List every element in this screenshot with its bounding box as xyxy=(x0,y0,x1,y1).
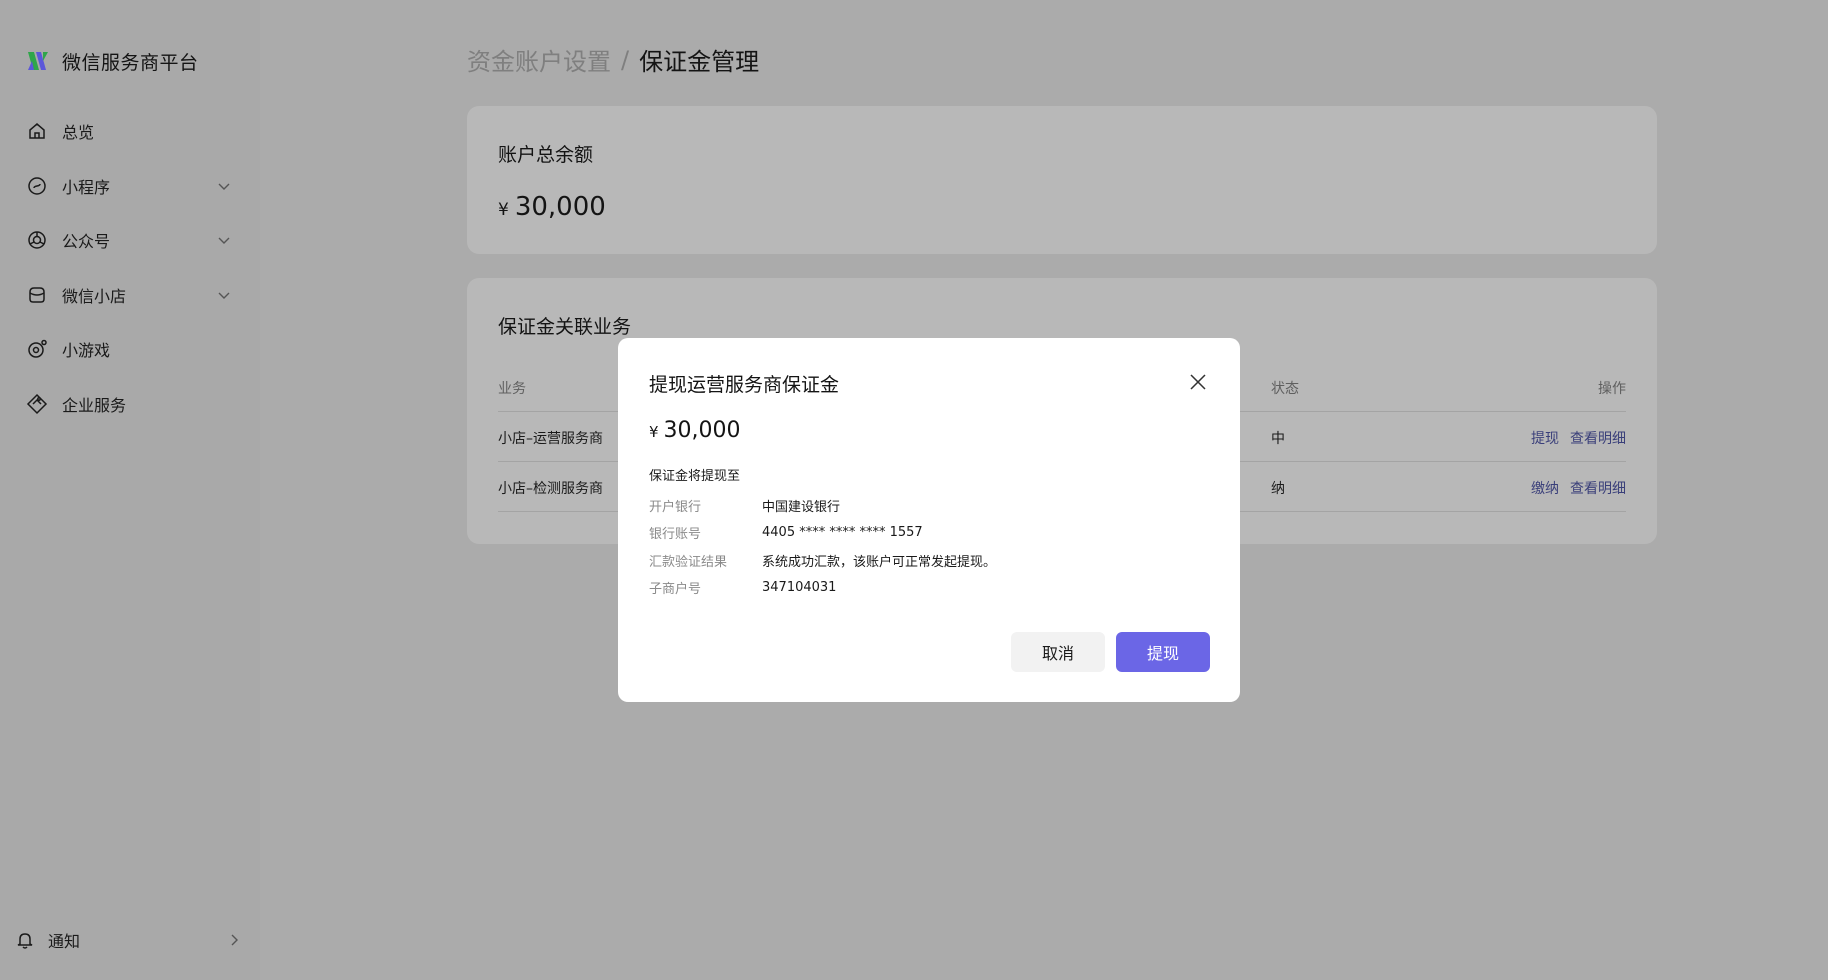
notice-label: 通知 xyxy=(48,932,81,951)
sidebar-nav: 总览 小程序 公众号 微信小店 小游戏 企业服务 xyxy=(26,104,234,431)
chevron-down-icon[interactable] xyxy=(216,178,232,194)
sidebar-item-label: 公众号 xyxy=(62,232,111,252)
breadcrumb-parent[interactable]: 资金账户设置 xyxy=(467,42,611,77)
sidebar-item-label: 总览 xyxy=(62,123,95,143)
row-business: 小店–检测服务商 xyxy=(498,481,603,497)
info-label: 汇款验证结果 xyxy=(649,554,728,570)
withdraw-dialog: 提现运营服务商保证金 ¥ 30,000 保证金将提现至 开户银行 中国建设银行 … xyxy=(618,338,1240,702)
bell-icon xyxy=(14,929,36,951)
row-status: 中 xyxy=(1271,431,1285,447)
enterprise-icon xyxy=(26,393,48,415)
info-value: 系统成功汇款，该账户可正常发起提现。 xyxy=(762,554,997,570)
sidebar: 微信服务商平台 总览 小程序 公众号 微信小店 小游戏 企业服务 通知 xyxy=(0,0,260,980)
dialog-amount: ¥ 30,000 xyxy=(649,418,741,443)
sidebar-item-overview[interactable]: 总览 xyxy=(26,104,234,159)
dialog-amount-value: 30,000 xyxy=(663,418,741,443)
chevron-right-icon xyxy=(226,932,242,948)
chevron-down-icon[interactable] xyxy=(216,232,232,248)
balance-card-title: 账户总余额 xyxy=(498,144,594,166)
column-business: 业务 xyxy=(498,381,526,397)
bank-info: 开户银行 中国建设银行 银行账号 4405 **** **** **** 155… xyxy=(649,492,1189,601)
row-status: 纳 xyxy=(1271,481,1285,497)
sidebar-item-label: 小游戏 xyxy=(62,341,111,361)
info-row-verification: 汇款验证结果 系统成功汇款，该账户可正常发起提现。 xyxy=(649,547,1189,574)
currency-symbol: ¥ xyxy=(649,423,659,441)
breadcrumb-separator: / xyxy=(621,45,630,74)
shop-icon xyxy=(26,284,48,306)
currency-symbol: ¥ xyxy=(498,200,509,220)
sidebar-item-mini-game[interactable]: 小游戏 xyxy=(26,322,234,377)
withdraw-button[interactable]: 提现 xyxy=(1116,632,1210,672)
balance-card: 账户总余额 ¥ 30,000 xyxy=(467,106,1657,254)
row-business: 小店–运营服务商 xyxy=(498,431,603,447)
column-action: 操作 xyxy=(1598,381,1626,397)
home-icon xyxy=(26,120,48,142)
brand[interactable]: 微信服务商平台 xyxy=(26,46,199,76)
dialog-subtitle: 保证金将提现至 xyxy=(649,469,741,484)
info-value: 中国建设银行 xyxy=(762,500,841,516)
mini-game-icon xyxy=(26,338,48,360)
info-value: 347104031 xyxy=(762,580,837,596)
sidebar-item-label: 微信小店 xyxy=(62,286,127,306)
sidebar-item-official-account[interactable]: 公众号 xyxy=(26,213,234,268)
breadcrumb: 资金账户设置 / 保证金管理 xyxy=(467,42,759,77)
withdraw-link[interactable]: 提现 xyxy=(1531,428,1559,448)
sidebar-item-shop[interactable]: 微信小店 xyxy=(26,268,234,323)
view-detail-link[interactable]: 查看明细 xyxy=(1570,478,1626,498)
balance-value: 30,000 xyxy=(514,192,606,222)
business-card-title: 保证金关联业务 xyxy=(498,316,632,338)
dialog-title: 提现运营服务商保证金 xyxy=(649,374,840,396)
balance-amount: ¥ 30,000 xyxy=(498,192,606,222)
mini-program-icon xyxy=(26,175,48,197)
info-label: 开户银行 xyxy=(649,500,702,516)
sidebar-item-notice[interactable]: 通知 xyxy=(14,924,244,956)
chevron-down-icon[interactable] xyxy=(216,287,232,303)
cancel-button[interactable]: 取消 xyxy=(1011,632,1105,672)
sidebar-item-label: 企业服务 xyxy=(62,395,127,415)
info-row-sub-merchant: 子商户号 347104031 xyxy=(649,574,1189,601)
close-icon[interactable] xyxy=(1186,370,1210,394)
column-status: 状态 xyxy=(1271,381,1299,397)
pay-link[interactable]: 缴纳 xyxy=(1531,478,1559,498)
info-value: 4405 **** **** **** 1557 xyxy=(762,525,923,541)
sidebar-item-mini-program[interactable]: 小程序 xyxy=(26,159,234,214)
app-title: 微信服务商平台 xyxy=(62,51,199,74)
sidebar-item-label: 小程序 xyxy=(62,177,111,197)
info-label: 银行账号 xyxy=(649,527,702,543)
sidebar-item-enterprise[interactable]: 企业服务 xyxy=(26,377,234,432)
page-title: 保证金管理 xyxy=(639,48,760,76)
info-row-bank: 开户银行 中国建设银行 xyxy=(649,492,1189,519)
view-detail-link[interactable]: 查看明细 xyxy=(1570,428,1626,448)
logo-icon xyxy=(28,52,48,70)
official-account-icon xyxy=(26,229,48,251)
info-label: 子商户号 xyxy=(649,582,702,598)
info-row-account: 银行账号 4405 **** **** **** 1557 xyxy=(649,519,1189,546)
